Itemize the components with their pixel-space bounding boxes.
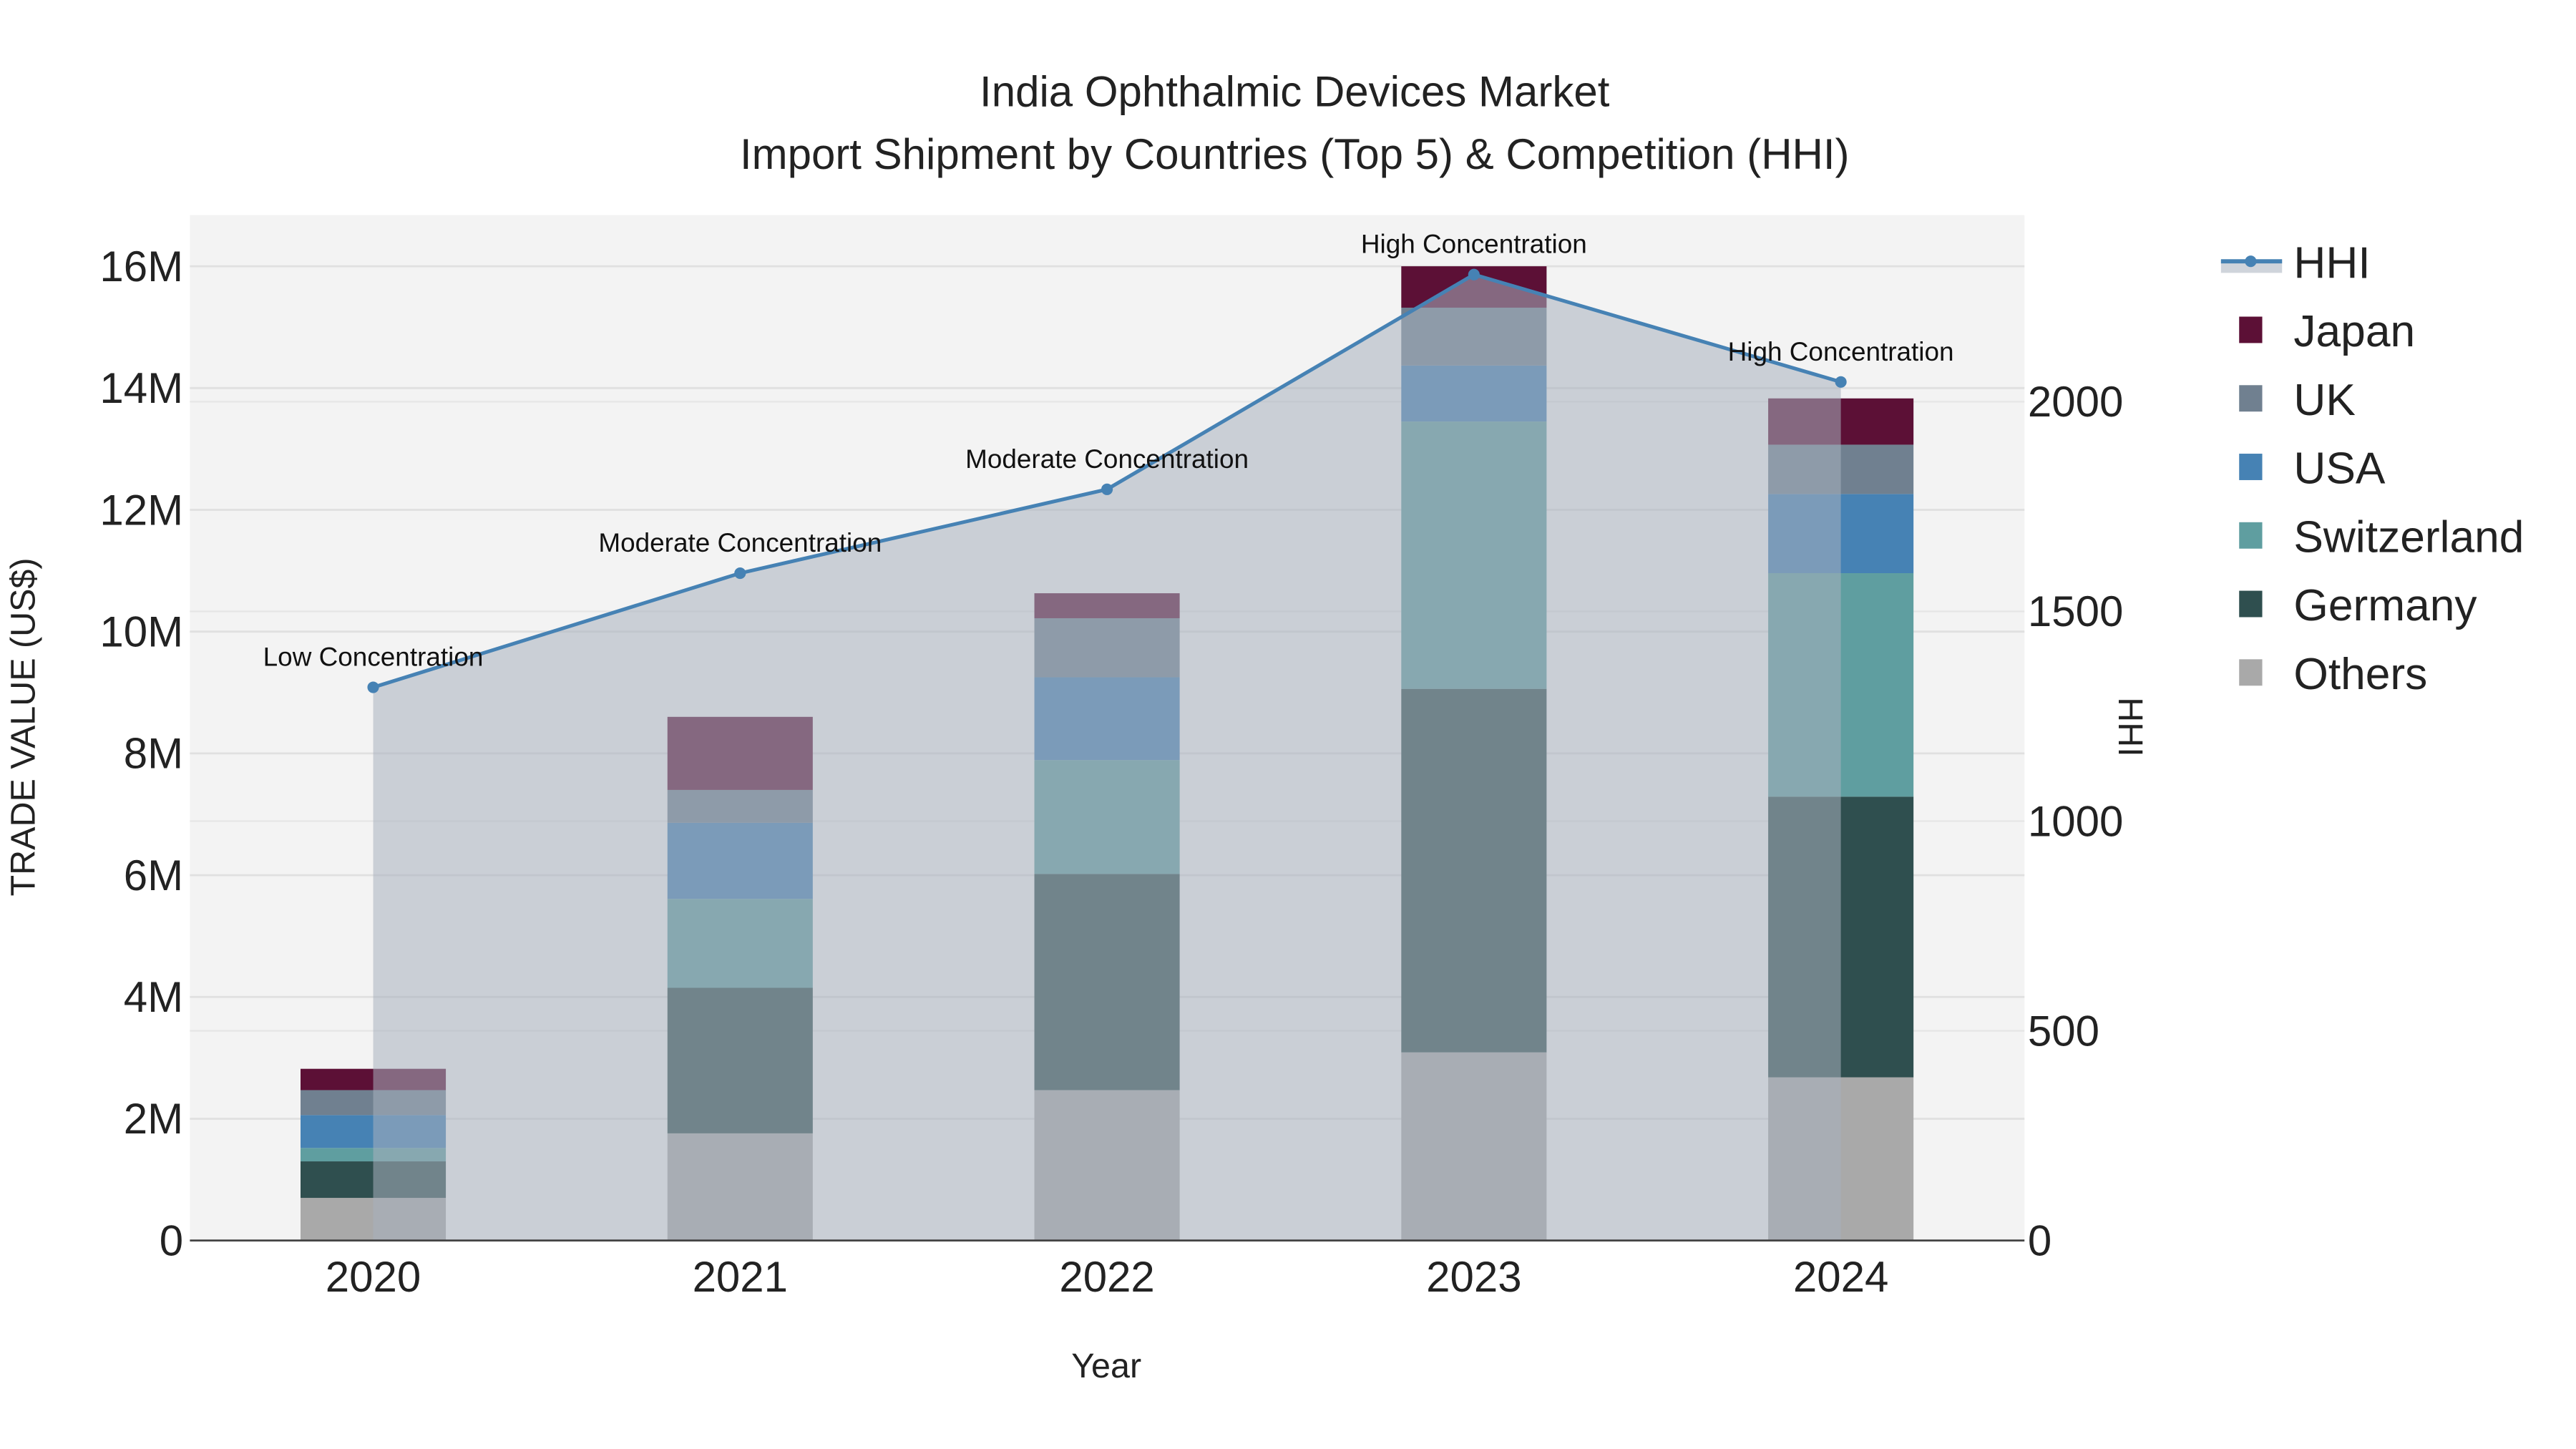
x-tick-label: 2024 — [1793, 1253, 1888, 1301]
hhi-annotation: Moderate Concentration — [965, 444, 1249, 474]
y-tick-label: 4M — [124, 973, 183, 1021]
y2-tick-label: 1500 — [2028, 587, 2123, 635]
hhi-point-2021 — [734, 567, 746, 580]
legend-label: Japan — [2293, 307, 2415, 356]
chart: Low Concentration Moderate Concentration M… — [4, 67, 2524, 1385]
legend-swatch — [2239, 316, 2263, 343]
legend-swatch — [2239, 659, 2263, 686]
legend-label: Switzerland — [2293, 512, 2524, 562]
x-tick-label: 2021 — [693, 1253, 788, 1301]
legend-item-japan: Japan — [2239, 307, 2415, 356]
x-tick-label: 2023 — [1426, 1253, 1521, 1301]
legend-item-usa: USA — [2239, 444, 2386, 494]
legend-label: USA — [2293, 444, 2386, 494]
y-tick-label: 0 — [160, 1216, 183, 1264]
y-tick-label: 16M — [99, 243, 183, 291]
y2-tick-label: 0 — [2028, 1216, 2051, 1264]
y2-tick-label: 2000 — [2028, 378, 2123, 426]
legend-label: Germany — [2293, 581, 2477, 630]
hhi-annotation: High Concentration — [1361, 230, 1587, 259]
legend-swatch — [2239, 385, 2263, 412]
legend-item-uk: UK — [2239, 376, 2356, 425]
hhi-point-2022 — [1101, 483, 1113, 495]
y-tick-label: 14M — [99, 364, 183, 412]
y-axis-title: TRADE VALUE (US$) — [4, 557, 42, 896]
chart-title: India Ophthalmic Devices Market — [980, 67, 1610, 115]
y2-tick-label: 1000 — [2028, 797, 2123, 845]
legend-label: Others — [2293, 650, 2427, 699]
legend-item-switzerland: Switzerland — [2239, 512, 2524, 562]
hhi-annotation: Moderate Concentration — [598, 528, 882, 557]
y2-tick-label: 500 — [2028, 1007, 2099, 1055]
legend-item-hhi: HHI — [2220, 238, 2371, 288]
y-tick-label: 12M — [99, 486, 183, 534]
legend-item-germany: Germany — [2239, 581, 2477, 630]
y-tick-label: 2M — [124, 1095, 183, 1143]
hhi-annotation: Low Concentration — [263, 643, 484, 672]
legend-swatch-hhi-marker — [2245, 255, 2257, 268]
hhi-point-2024 — [1835, 376, 1847, 388]
legend-label: HHI — [2293, 238, 2370, 288]
hhi-point-2023 — [1468, 268, 1480, 280]
hhi-point-2020 — [367, 681, 379, 693]
chart-subtitle: Import Shipment by Countries (Top 5) & C… — [740, 130, 1850, 178]
y-tick-label: 6M — [124, 852, 183, 899]
y2-axis-title: HHI — [2111, 697, 2150, 756]
legend: HHI Japan UK USA Switzerland Germany Others — [2220, 238, 2524, 699]
legend-swatch — [2239, 522, 2263, 549]
x-tick-label: 2022 — [1059, 1253, 1154, 1301]
x-tick-label: 2020 — [326, 1253, 421, 1301]
y-tick-label: 8M — [124, 730, 183, 778]
legend-swatch — [2239, 590, 2263, 618]
legend-label: UK — [2293, 376, 2356, 425]
legend-item-others: Others — [2239, 650, 2427, 699]
x-axis-title: Year — [1071, 1347, 1141, 1385]
legend-swatch — [2239, 454, 2263, 480]
hhi-annotation: High Concentration — [1728, 337, 1954, 366]
y-tick-label: 10M — [99, 608, 183, 655]
